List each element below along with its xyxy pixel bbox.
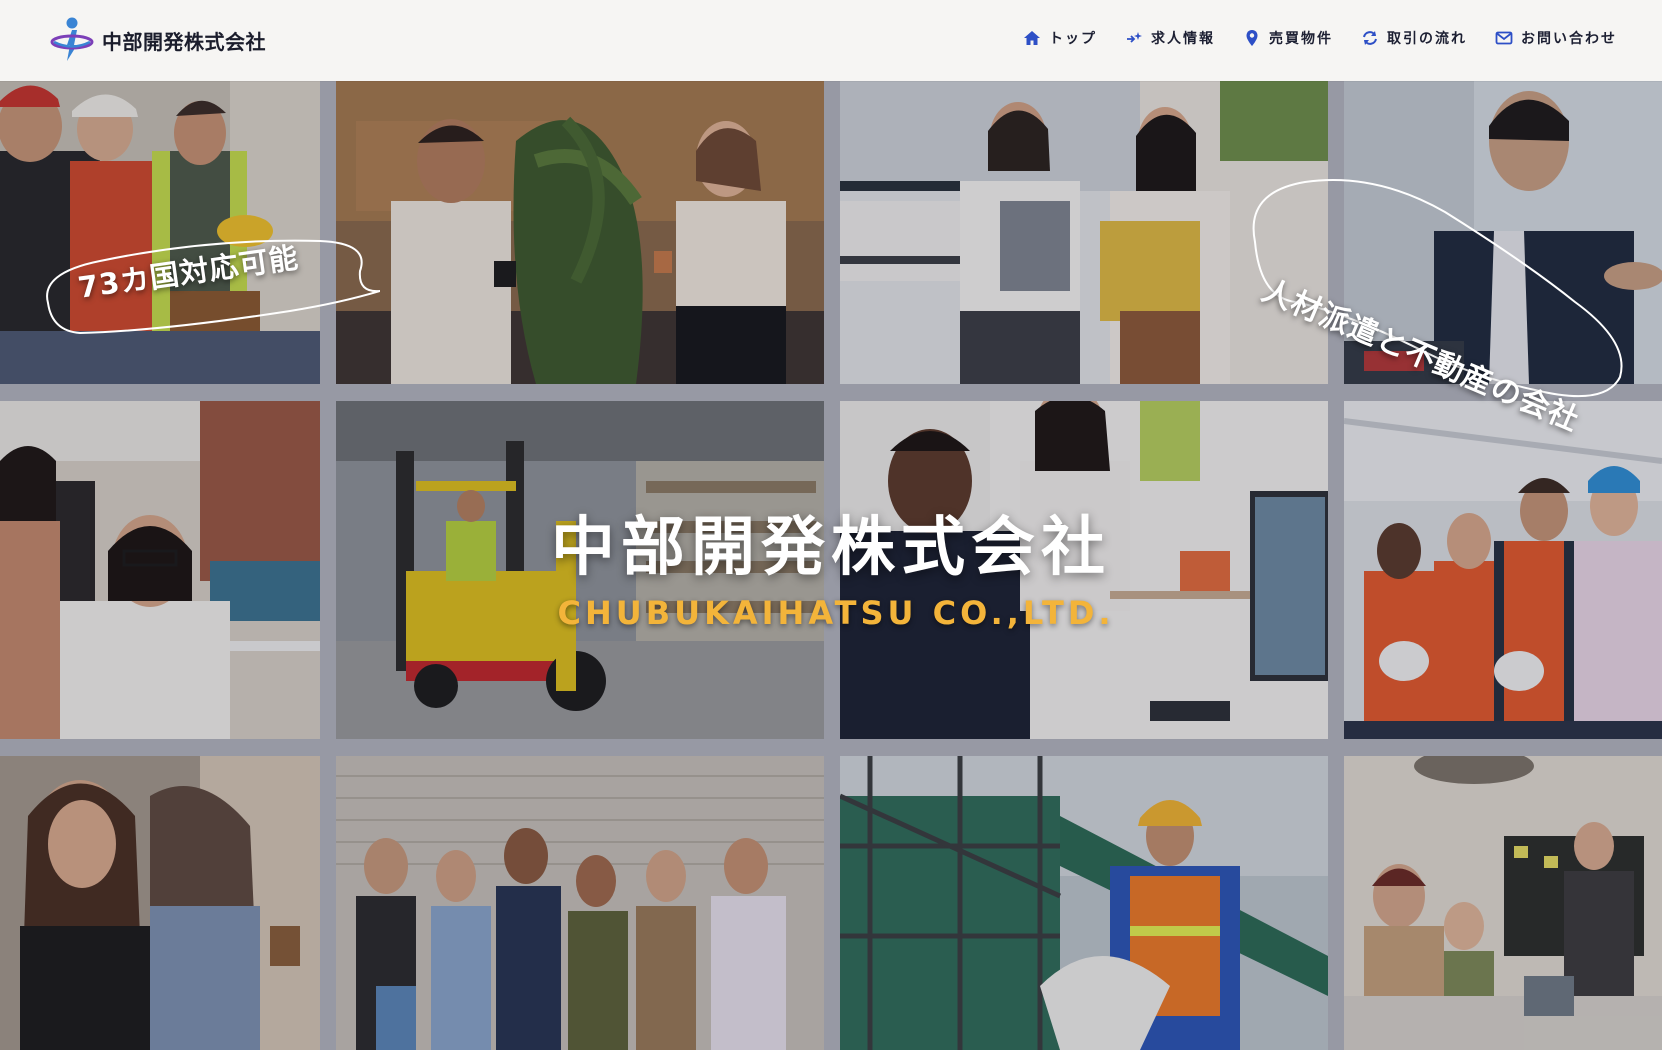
hero-title: 中部開発株式会社 [551,511,1111,585]
nav-item-flow[interactable]: 取引の流れ [1361,28,1467,48]
home-icon [1024,31,1040,45]
map-pin-icon [1246,30,1258,46]
hero-subtitle: CHUBUKAIHATSU CO.,LTD. [557,594,1115,632]
nav-item-top[interactable]: トップ [1023,28,1097,48]
nav-item-jobs[interactable]: 求人情報 [1125,28,1215,48]
person-orbit-logo-icon [50,17,94,61]
countries-badge: 73カ国対応可能 [40,233,380,343]
service-badge: 人材派遣と不動産の会社 [1235,172,1635,439]
mail-icon [1495,31,1513,45]
refresh-icon [1363,31,1377,45]
hero-title-block: 中部開発株式会社 CHUBUKAIHATSU CO.,LTD. [0,510,1662,632]
nav-item-label: トップ [1049,31,1097,47]
nav-item-contact[interactable]: お問い合わせ [1495,28,1617,48]
sparkle-icon [1127,32,1142,43]
nav-item-properties[interactable]: 売買物件 [1243,28,1333,48]
nav-item-label: お問い合わせ [1521,31,1617,47]
nav-item-label: 取引の流れ [1387,31,1467,47]
nav-item-label: 求人情報 [1151,31,1215,47]
main-nav: トップ 求人情報 売買物件 取引の流れ お問い合わせ [1023,28,1617,48]
site-header: 中部開発株式会社 トップ 求人情報 売買物件 取引の流れ お問い合わせ [0,0,1662,81]
brand-name: 中部開発株式会社 [102,29,266,54]
nav-item-label: 売買物件 [1269,31,1333,47]
brand-logo-link[interactable]: 中部開発株式会社 [50,14,266,66]
